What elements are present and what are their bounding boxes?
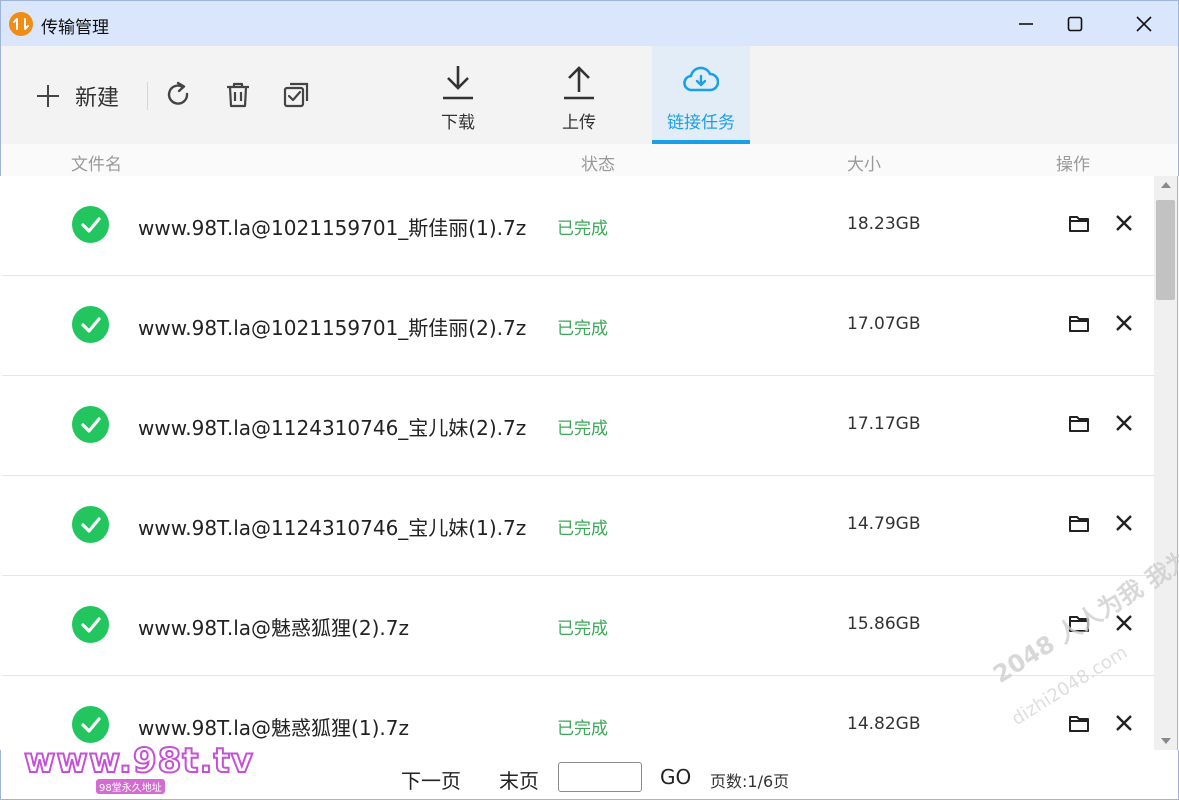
cloud-download-icon <box>683 66 719 92</box>
next-page-button[interactable]: 下一页 <box>401 765 461 794</box>
scroll-up-arrow-icon[interactable] <box>1161 182 1171 188</box>
file-size: 15.86GB <box>847 614 921 634</box>
file-size: 17.17GB <box>847 414 921 434</box>
column-name: 文件名 <box>71 155 122 175</box>
open-folder-button[interactable] <box>1068 312 1090 334</box>
close-icon <box>1116 215 1132 231</box>
table-row[interactable]: www.98T.la@魅惑狐狸(1).7z 已完成 14.82GB <box>2 676 1154 750</box>
status-text: 已完成 <box>557 219 608 239</box>
transfer-app-icon <box>9 12 33 36</box>
tab-download[interactable]: 下载 <box>409 46 507 144</box>
column-status: 状态 <box>581 155 615 175</box>
open-folder-button[interactable] <box>1068 512 1090 534</box>
minimize-button[interactable] <box>1004 9 1048 39</box>
scroll-thumb[interactable] <box>1156 200 1175 300</box>
table-row[interactable]: www.98T.la@1021159701_斯佳丽(1).7z 已完成 18.2… <box>2 176 1154 276</box>
tab-upload-label: 上传 <box>562 113 596 133</box>
file-size: 14.82GB <box>847 714 921 734</box>
column-header: 文件名 状态 大小 操作 <box>0 144 1179 176</box>
completed-check-icon <box>72 306 109 343</box>
close-icon <box>1116 315 1132 331</box>
last-page-button[interactable]: 末页 <box>499 765 539 794</box>
close-icon <box>1116 715 1132 731</box>
toolbar: 新建 下载 上传 链接任务 <box>0 46 1179 144</box>
title-bar: 传输管理 <box>0 0 1179 46</box>
go-button[interactable]: GO <box>660 765 691 789</box>
close-window-button[interactable] <box>1122 9 1166 39</box>
table-row[interactable]: www.98T.la@1124310746_宝儿妹(2).7z 已完成 17.1… <box>2 376 1154 476</box>
completed-check-icon <box>72 506 109 543</box>
brand-watermark: www.98t.tv <box>23 740 254 782</box>
table-row[interactable]: www.98T.la@1124310746_宝儿妹(1).7z 已完成 14.7… <box>2 476 1154 576</box>
new-task-label: 新建 <box>75 86 120 111</box>
remove-task-button[interactable] <box>1114 213 1134 233</box>
scrollbar[interactable] <box>1154 176 1178 750</box>
completed-check-icon <box>72 406 109 443</box>
file-size: 14.79GB <box>847 514 921 534</box>
folder-icon <box>1069 316 1089 332</box>
trash-icon <box>227 82 249 108</box>
close-icon <box>1116 515 1132 531</box>
upload-icon <box>564 66 594 100</box>
completed-check-icon <box>72 206 109 243</box>
file-size: 18.23GB <box>847 214 921 234</box>
page-info: 页数:1/6页 <box>710 772 790 791</box>
file-name: www.98T.la@1124310746_宝儿妹(1).7z <box>138 516 527 540</box>
status-text: 已完成 <box>557 319 608 339</box>
maximize-icon <box>1067 16 1083 32</box>
status-text: 已完成 <box>557 619 608 639</box>
brand-watermark-subtitle: 98堂永久地址 <box>96 779 165 794</box>
remove-task-button[interactable] <box>1114 413 1134 433</box>
task-list: www.98T.la@1021159701_斯佳丽(1).7z 已完成 18.2… <box>2 176 1154 750</box>
column-action: 操作 <box>1056 155 1090 175</box>
folder-icon <box>1069 716 1089 732</box>
tab-link-tasks[interactable]: 链接任务 <box>652 46 750 144</box>
refresh-button[interactable] <box>164 80 194 110</box>
select-all-button[interactable] <box>281 80 311 110</box>
remove-task-button[interactable] <box>1114 513 1134 533</box>
completed-check-icon <box>72 606 109 643</box>
maximize-button[interactable] <box>1053 9 1097 39</box>
close-icon <box>1116 415 1132 431</box>
page-number-input[interactable] <box>558 762 642 792</box>
status-text: 已完成 <box>557 719 608 739</box>
status-text: 已完成 <box>557 419 608 439</box>
scroll-down-arrow-icon[interactable] <box>1161 738 1171 744</box>
download-icon <box>443 66 473 100</box>
completed-check-icon <box>72 706 109 743</box>
file-name: www.98T.la@魅惑狐狸(2).7z <box>138 616 409 640</box>
toolbar-divider <box>147 82 148 110</box>
open-folder-button[interactable] <box>1068 212 1090 234</box>
open-folder-button[interactable] <box>1068 412 1090 434</box>
tab-download-label: 下载 <box>441 113 475 133</box>
file-size: 17.07GB <box>847 314 921 334</box>
table-row[interactable]: www.98T.la@魅惑狐狸(2).7z 已完成 15.86GB <box>2 576 1154 676</box>
tab-link-tasks-label: 链接任务 <box>667 113 735 133</box>
select-all-icon <box>283 82 309 108</box>
remove-task-button[interactable] <box>1114 713 1134 733</box>
close-icon <box>1136 16 1152 32</box>
plus-icon <box>37 85 59 107</box>
folder-icon <box>1069 416 1089 432</box>
file-name: www.98T.la@1021159701_斯佳丽(1).7z <box>138 216 527 240</box>
column-size: 大小 <box>847 155 881 175</box>
file-name: www.98T.la@魅惑狐狸(1).7z <box>138 716 409 740</box>
table-row[interactable]: www.98T.la@1021159701_斯佳丽(2).7z 已完成 17.0… <box>2 276 1154 376</box>
status-text: 已完成 <box>557 519 608 539</box>
open-folder-button[interactable] <box>1068 712 1090 734</box>
remove-task-button[interactable] <box>1114 313 1134 333</box>
delete-button[interactable] <box>223 80 253 110</box>
folder-icon <box>1069 216 1089 232</box>
new-task-button[interactable]: 新建 <box>35 80 119 112</box>
file-name: www.98T.la@1021159701_斯佳丽(2).7z <box>138 316 527 340</box>
refresh-icon <box>167 81 189 105</box>
minimize-icon <box>1019 23 1033 25</box>
window-title: 传输管理 <box>41 18 109 38</box>
folder-icon <box>1069 516 1089 532</box>
tab-upload[interactable]: 上传 <box>530 46 628 144</box>
file-name: www.98T.la@1124310746_宝儿妹(2).7z <box>138 416 527 440</box>
